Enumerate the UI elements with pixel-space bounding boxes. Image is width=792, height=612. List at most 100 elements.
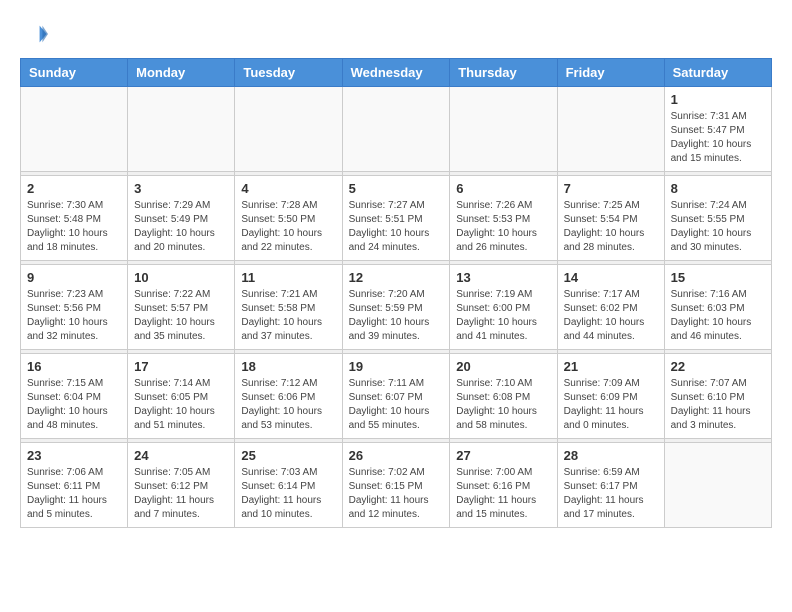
weekday-header-thursday: Thursday [450, 59, 557, 87]
day-info: Sunrise: 7:23 AM Sunset: 5:56 PM Dayligh… [27, 288, 121, 344]
day-info: Sunrise: 7:05 AM Sunset: 6:12 PM Dayligh… [134, 466, 228, 522]
day-info: Sunrise: 7:30 AM Sunset: 5:48 PM Dayligh… [27, 199, 121, 255]
day-info: Sunrise: 7:07 AM Sunset: 6:10 PM Dayligh… [671, 377, 765, 433]
day-info: Sunrise: 7:20 AM Sunset: 5:59 PM Dayligh… [349, 288, 444, 344]
calendar-cell: 28 Sunrise: 6:59 AM Sunset: 6:17 PM Dayli… [557, 443, 664, 528]
calendar-cell: 3 Sunrise: 7:29 AM Sunset: 5:49 PM Daylig… [128, 176, 235, 261]
calendar-cell [664, 443, 771, 528]
day-info: Sunrise: 7:06 AM Sunset: 6:11 PM Dayligh… [27, 466, 121, 522]
calendar-cell [342, 87, 450, 172]
day-number: 4 [241, 181, 335, 196]
calendar-cell: 15 Sunrise: 7:16 AM Sunset: 6:03 PM Dayli… [664, 265, 771, 350]
day-number: 11 [241, 270, 335, 285]
calendar-cell: 23 Sunrise: 7:06 AM Sunset: 6:11 PM Dayli… [21, 443, 128, 528]
day-number: 1 [671, 92, 765, 107]
day-info: Sunrise: 7:14 AM Sunset: 6:05 PM Dayligh… [134, 377, 228, 433]
day-number: 23 [27, 448, 121, 463]
day-info: Sunrise: 7:31 AM Sunset: 5:47 PM Dayligh… [671, 110, 765, 166]
calendar-cell: 8 Sunrise: 7:24 AM Sunset: 5:55 PM Daylig… [664, 176, 771, 261]
weekday-header-friday: Friday [557, 59, 664, 87]
calendar-week-5: 23 Sunrise: 7:06 AM Sunset: 6:11 PM Dayli… [21, 443, 772, 528]
calendar-cell: 7 Sunrise: 7:25 AM Sunset: 5:54 PM Daylig… [557, 176, 664, 261]
calendar-cell: 21 Sunrise: 7:09 AM Sunset: 6:09 PM Dayli… [557, 354, 664, 439]
day-info: Sunrise: 7:26 AM Sunset: 5:53 PM Dayligh… [456, 199, 550, 255]
day-info: Sunrise: 7:11 AM Sunset: 6:07 PM Dayligh… [349, 377, 444, 433]
calendar-cell [557, 87, 664, 172]
day-number: 26 [349, 448, 444, 463]
day-number: 18 [241, 359, 335, 374]
day-info: Sunrise: 7:25 AM Sunset: 5:54 PM Dayligh… [564, 199, 658, 255]
day-info: Sunrise: 7:21 AM Sunset: 5:58 PM Dayligh… [241, 288, 335, 344]
day-info: Sunrise: 7:09 AM Sunset: 6:09 PM Dayligh… [564, 377, 658, 433]
calendar-cell: 17 Sunrise: 7:14 AM Sunset: 6:05 PM Dayli… [128, 354, 235, 439]
calendar-cell: 18 Sunrise: 7:12 AM Sunset: 6:06 PM Dayli… [235, 354, 342, 439]
day-info: Sunrise: 7:29 AM Sunset: 5:49 PM Dayligh… [134, 199, 228, 255]
calendar-cell [128, 87, 235, 172]
day-number: 25 [241, 448, 335, 463]
calendar-cell: 26 Sunrise: 7:02 AM Sunset: 6:15 PM Dayli… [342, 443, 450, 528]
logo [20, 20, 52, 48]
day-number: 5 [349, 181, 444, 196]
weekday-header-monday: Monday [128, 59, 235, 87]
day-info: Sunrise: 7:03 AM Sunset: 6:14 PM Dayligh… [241, 466, 335, 522]
day-info: Sunrise: 7:12 AM Sunset: 6:06 PM Dayligh… [241, 377, 335, 433]
calendar-cell: 1 Sunrise: 7:31 AM Sunset: 5:47 PM Daylig… [664, 87, 771, 172]
calendar-week-1: 1 Sunrise: 7:31 AM Sunset: 5:47 PM Daylig… [21, 87, 772, 172]
calendar-cell: 6 Sunrise: 7:26 AM Sunset: 5:53 PM Daylig… [450, 176, 557, 261]
calendar-cell: 22 Sunrise: 7:07 AM Sunset: 6:10 PM Dayli… [664, 354, 771, 439]
calendar-cell [450, 87, 557, 172]
weekday-header-saturday: Saturday [664, 59, 771, 87]
day-number: 19 [349, 359, 444, 374]
day-info: Sunrise: 6:59 AM Sunset: 6:17 PM Dayligh… [564, 466, 658, 522]
page-header [20, 20, 772, 48]
weekday-header-tuesday: Tuesday [235, 59, 342, 87]
calendar-cell: 20 Sunrise: 7:10 AM Sunset: 6:08 PM Dayli… [450, 354, 557, 439]
calendar-table: SundayMondayTuesdayWednesdayThursdayFrid… [20, 58, 772, 528]
calendar-cell: 10 Sunrise: 7:22 AM Sunset: 5:57 PM Dayli… [128, 265, 235, 350]
day-number: 14 [564, 270, 658, 285]
logo-icon [20, 20, 48, 48]
calendar-cell [21, 87, 128, 172]
day-number: 27 [456, 448, 550, 463]
calendar-cell: 16Sunrise: 7:15 AM Sunset: 6:04 PM Dayli… [21, 354, 128, 439]
calendar-cell: 4Sunrise: 7:28 AM Sunset: 5:50 PM Daylig… [235, 176, 342, 261]
day-number: 6 [456, 181, 550, 196]
weekday-header-wednesday: Wednesday [342, 59, 450, 87]
calendar-cell: 5Sunrise: 7:27 AM Sunset: 5:51 PM Daylig… [342, 176, 450, 261]
day-number: 28 [564, 448, 658, 463]
calendar-cell: 19 Sunrise: 7:11 AM Sunset: 6:07 PM Dayli… [342, 354, 450, 439]
day-number: 21 [564, 359, 658, 374]
day-number: 2 [27, 181, 121, 196]
day-number: 9 [27, 270, 121, 285]
day-info: Sunrise: 7:22 AM Sunset: 5:57 PM Dayligh… [134, 288, 228, 344]
calendar-cell: 13 Sunrise: 7:19 AM Sunset: 6:00 PM Dayli… [450, 265, 557, 350]
day-info: Sunrise: 7:24 AM Sunset: 5:55 PM Dayligh… [671, 199, 765, 255]
calendar-week-4: 16Sunrise: 7:15 AM Sunset: 6:04 PM Dayli… [21, 354, 772, 439]
day-info: Sunrise: 7:10 AM Sunset: 6:08 PM Dayligh… [456, 377, 550, 433]
day-number: 22 [671, 359, 765, 374]
day-info: Sunrise: 7:19 AM Sunset: 6:00 PM Dayligh… [456, 288, 550, 344]
calendar-cell: 11 Sunrise: 7:21 AM Sunset: 5:58 PM Dayli… [235, 265, 342, 350]
day-info: Sunrise: 7:16 AM Sunset: 6:03 PM Dayligh… [671, 288, 765, 344]
day-number: 3 [134, 181, 228, 196]
day-info: Sunrise: 7:02 AM Sunset: 6:15 PM Dayligh… [349, 466, 444, 522]
day-number: 10 [134, 270, 228, 285]
calendar-cell: 27 Sunrise: 7:00 AM Sunset: 6:16 PM Dayli… [450, 443, 557, 528]
day-number: 17 [134, 359, 228, 374]
calendar-cell: 14Sunrise: 7:17 AM Sunset: 6:02 PM Dayli… [557, 265, 664, 350]
day-info: Sunrise: 7:00 AM Sunset: 6:16 PM Dayligh… [456, 466, 550, 522]
day-number: 12 [349, 270, 444, 285]
weekday-header-row: SundayMondayTuesdayWednesdayThursdayFrid… [21, 59, 772, 87]
calendar-cell: 9 Sunrise: 7:23 AM Sunset: 5:56 PM Daylig… [21, 265, 128, 350]
day-number: 16 [27, 359, 121, 374]
calendar-cell: 25 Sunrise: 7:03 AM Sunset: 6:14 PM Dayli… [235, 443, 342, 528]
day-number: 7 [564, 181, 658, 196]
calendar-cell: 12 Sunrise: 7:20 AM Sunset: 5:59 PM Dayli… [342, 265, 450, 350]
day-number: 20 [456, 359, 550, 374]
calendar-week-2: 2 Sunrise: 7:30 AM Sunset: 5:48 PM Daylig… [21, 176, 772, 261]
day-number: 24 [134, 448, 228, 463]
calendar-cell: 24 Sunrise: 7:05 AM Sunset: 6:12 PM Dayli… [128, 443, 235, 528]
day-number: 13 [456, 270, 550, 285]
day-number: 8 [671, 181, 765, 196]
day-number: 15 [671, 270, 765, 285]
